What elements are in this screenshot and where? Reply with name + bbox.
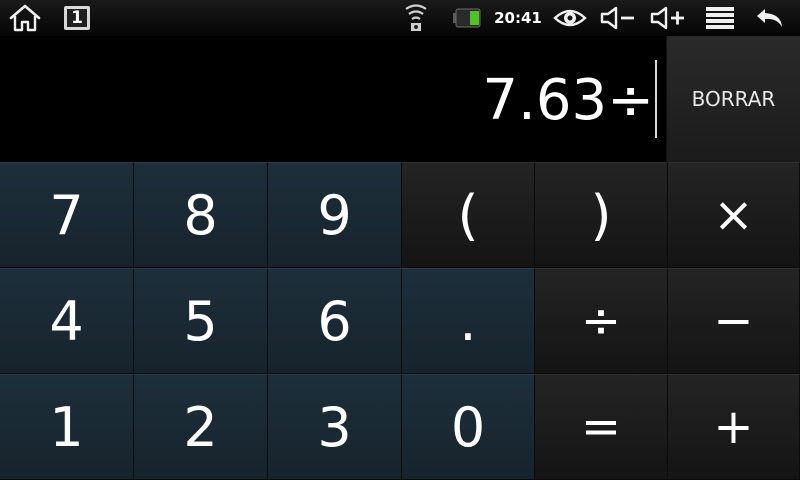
back-icon[interactable] — [752, 0, 788, 36]
text-cursor — [655, 60, 657, 138]
keypad: 7 8 9 ( ) × 4 5 6 . ÷ − 1 2 3 0 = + — [0, 162, 800, 480]
key-5[interactable]: 5 — [134, 268, 268, 374]
key-7[interactable]: 7 — [0, 162, 134, 268]
key-4[interactable]: 4 — [0, 268, 134, 374]
key-plus[interactable]: + — [668, 374, 800, 480]
expression-text: 7.63÷ — [482, 68, 654, 133]
key-3[interactable]: 3 — [268, 374, 402, 480]
key-equals[interactable]: = — [535, 374, 668, 480]
key-divide[interactable]: ÷ — [535, 268, 668, 374]
key-close-paren[interactable]: ) — [535, 162, 668, 268]
key-8[interactable]: 8 — [134, 162, 268, 268]
battery-icon — [452, 0, 482, 36]
wifi-icon — [402, 0, 430, 36]
clear-button[interactable]: BORRAR — [666, 36, 800, 162]
status-bar: 1 20:41 — [0, 0, 800, 37]
key-open-paren[interactable]: ( — [402, 162, 535, 268]
key-multiply[interactable]: × — [668, 162, 800, 268]
key-6[interactable]: 6 — [268, 268, 402, 374]
clock-time: 20:41 — [494, 9, 542, 27]
home-icon[interactable] — [6, 0, 44, 36]
key-minus[interactable]: − — [668, 268, 800, 374]
key-0[interactable]: 0 — [402, 374, 535, 480]
key-9[interactable]: 9 — [268, 162, 402, 268]
calculator-display[interactable]: 7.63÷ — [0, 36, 666, 162]
menu-icon[interactable] — [702, 0, 738, 36]
volume-up-icon[interactable] — [648, 0, 688, 36]
key-2[interactable]: 2 — [134, 374, 268, 480]
key-1[interactable]: 1 — [0, 374, 134, 480]
notification-count: 1 — [71, 8, 83, 28]
notification-icon[interactable]: 1 — [62, 0, 92, 36]
eye-icon[interactable] — [552, 0, 588, 36]
key-decimal[interactable]: . — [402, 268, 535, 374]
volume-down-icon[interactable] — [598, 0, 638, 36]
